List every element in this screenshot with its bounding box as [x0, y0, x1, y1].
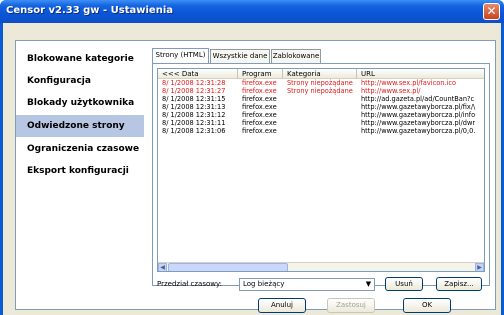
cancel-button-label: Anuluj: [271, 301, 293, 309]
save-button-label: Zapisz...: [444, 280, 474, 288]
sidebar-item-time-limits[interactable]: Ograniczenia czasowe: [16, 138, 144, 160]
save-button[interactable]: Zapisz...: [436, 277, 482, 291]
cell-url: http://www.gazetawyborcza.pl/fix/\: [361, 103, 476, 111]
column-header-date[interactable]: <<< Data: [158, 69, 238, 79]
cell-date: 8/ 1/2008 12:31:27: [162, 87, 226, 95]
cell-date: 8/ 1/2008 12:31:28: [162, 79, 226, 87]
sidebar-item-export-config[interactable]: Eksport konfiguracji: [16, 160, 144, 182]
apply-button-label: Zastosuj: [336, 301, 366, 309]
chevron-down-icon: ▼: [365, 280, 372, 288]
cell-date: 8/ 1/2008 12:31:11: [162, 119, 226, 127]
tab-label: Zablokowane: [272, 52, 320, 60]
time-range-label: Przedział czasowy:: [157, 280, 222, 288]
ok-button[interactable]: OK: [403, 298, 451, 313]
cell-date: 8/ 1/2008 12:31:15: [162, 95, 226, 103]
settings-window: Censor v2.33 gw - Ustawienia ✕ Blokowane…: [0, 0, 504, 315]
dropdown-button[interactable]: ▼: [363, 279, 374, 290]
sidebar-item-label: Konfiguracja: [27, 76, 91, 86]
cell-category: [283, 95, 357, 103]
apply-button[interactable]: Zastosuj: [327, 298, 375, 313]
table-row[interactable]: 8/ 1/2008 12:31:15 firefox.exe http://ad.g…: [158, 95, 484, 103]
ok-button-label: OK: [421, 301, 433, 309]
delete-button[interactable]: Usuń: [385, 277, 423, 291]
scrollbar-thumb[interactable]: [168, 263, 288, 271]
sidebar-item-visited-pages[interactable]: Odwiedzone strony: [16, 115, 144, 137]
close-icon: ✕: [486, 4, 497, 18]
time-range-value: Log bieżący: [243, 280, 285, 288]
table-row[interactable]: 8/ 1/2008 12:31:28 firefox.exe Strony niep…: [158, 79, 484, 87]
tab-blocked[interactable]: Zablokowane: [271, 49, 321, 63]
cell-category: [283, 119, 357, 127]
sidebar-item-blocked-categories[interactable]: Blokowane kategorie: [16, 48, 144, 70]
column-header-category[interactable]: Kategoria: [283, 69, 357, 79]
visited-pages-list[interactable]: <<< Data Program Kategoria URL 8/ 1/2008…: [157, 68, 485, 272]
cell-date: 8/ 1/2008 12:31:13: [162, 103, 226, 111]
table-row[interactable]: 8/ 1/2008 12:31:27 firefox.exe Strony niep…: [158, 87, 484, 95]
tab-label: Wszystkie dane: [212, 52, 268, 60]
cell-program: firefox.exe: [242, 87, 277, 95]
table-row[interactable]: 8/ 1/2008 12:31:11 firefox.exe http://www.…: [158, 119, 484, 127]
cell-category: [283, 111, 357, 119]
cell-program: firefox.exe: [242, 119, 277, 127]
column-header-program[interactable]: Program: [238, 69, 283, 79]
sidebar-item-user-locks[interactable]: Blokady użytkownika: [16, 92, 144, 114]
table-row[interactable]: 8/ 1/2008 12:31:06 firefox.exe http://www.…: [158, 127, 484, 135]
tab-html-pages[interactable]: Strony (HTML): [152, 48, 209, 64]
scroll-right-button[interactable]: ▶: [475, 263, 484, 271]
cell-program: firefox.exe: [242, 79, 277, 87]
cell-url: http://www.sex.pl/favicon.ico: [361, 79, 457, 87]
title-bar[interactable]: Censor v2.33 gw - Ustawienia ✕: [0, 0, 504, 23]
list-rows: 8/ 1/2008 12:31:28 firefox.exe Strony niep…: [158, 79, 484, 135]
sidebar: Blokowane kategorie Konfiguracja Blokady…: [16, 41, 144, 309]
cell-url: http://www.gazetawyborcza.pl/dwr: [361, 119, 476, 127]
cell-url: http://www.gazetawyborcza.pl/info: [361, 111, 476, 119]
sidebar-item-label: Blokady użytkownika: [27, 98, 135, 108]
tab-content: <<< Data Program Kategoria URL 8/ 1/2008…: [152, 63, 490, 291]
sidebar-item-configuration[interactable]: Konfiguracja: [16, 70, 144, 92]
filter-bar: Przedział czasowy: Log bieżący ▼ Usuń Za…: [157, 277, 487, 292]
sidebar-item-label: Blokowane kategorie: [27, 54, 134, 64]
tab-all-data[interactable]: Wszystkie dane: [210, 49, 270, 63]
cell-date: 8/ 1/2008 12:31:12: [162, 111, 226, 119]
cell-category: Strony niepożądane: [287, 79, 353, 87]
tab-label: Strony (HTML): [155, 51, 206, 59]
cancel-button[interactable]: Anuluj: [258, 298, 306, 313]
list-header: <<< Data Program Kategoria URL: [158, 69, 484, 79]
cell-program: firefox.exe: [242, 111, 277, 119]
column-header-url[interactable]: URL: [357, 69, 484, 79]
window-title: Censor v2.33 gw - Ustawienia: [6, 5, 174, 16]
cell-category: [283, 103, 357, 111]
time-range-select[interactable]: Log bieżący ▼: [239, 278, 375, 291]
scroll-left-button[interactable]: ◀: [158, 263, 167, 271]
cell-category: [283, 127, 357, 135]
chevron-left-icon: ◀: [160, 264, 165, 271]
delete-button-label: Usuń: [395, 280, 413, 288]
cell-url: http://ad.gazeta.pl/ad/CountBan?c: [361, 95, 475, 103]
horizontal-scrollbar[interactable]: ◀ ▶: [158, 262, 484, 271]
sidebar-item-label: Odwiedzone strony: [27, 121, 125, 131]
close-button[interactable]: ✕: [483, 3, 500, 20]
settings-panel: Blokowane kategorie Konfiguracja Blokady…: [15, 40, 496, 310]
cell-url: http://www.sex.pl/: [361, 87, 421, 95]
table-row[interactable]: 8/ 1/2008 12:31:12 firefox.exe http://www.…: [158, 111, 484, 119]
cell-date: 8/ 1/2008 12:31:06: [162, 127, 226, 135]
cell-program: firefox.exe: [242, 103, 277, 111]
table-row[interactable]: 8/ 1/2008 12:31:13 firefox.exe http://www.…: [158, 103, 484, 111]
cell-url: http://www.gazetawyborcza.pl/0,0.: [361, 127, 476, 135]
sidebar-item-label: Eksport konfiguracji: [27, 166, 129, 176]
cell-category: Strony niepożądane: [287, 87, 353, 95]
sidebar-item-label: Ograniczenia czasowe: [27, 144, 140, 154]
window-client-area: Blokowane kategorie Konfiguracja Blokady…: [3, 23, 501, 315]
chevron-right-icon: ▶: [477, 264, 482, 271]
cell-program: firefox.exe: [242, 127, 277, 135]
cell-program: firefox.exe: [242, 95, 277, 103]
